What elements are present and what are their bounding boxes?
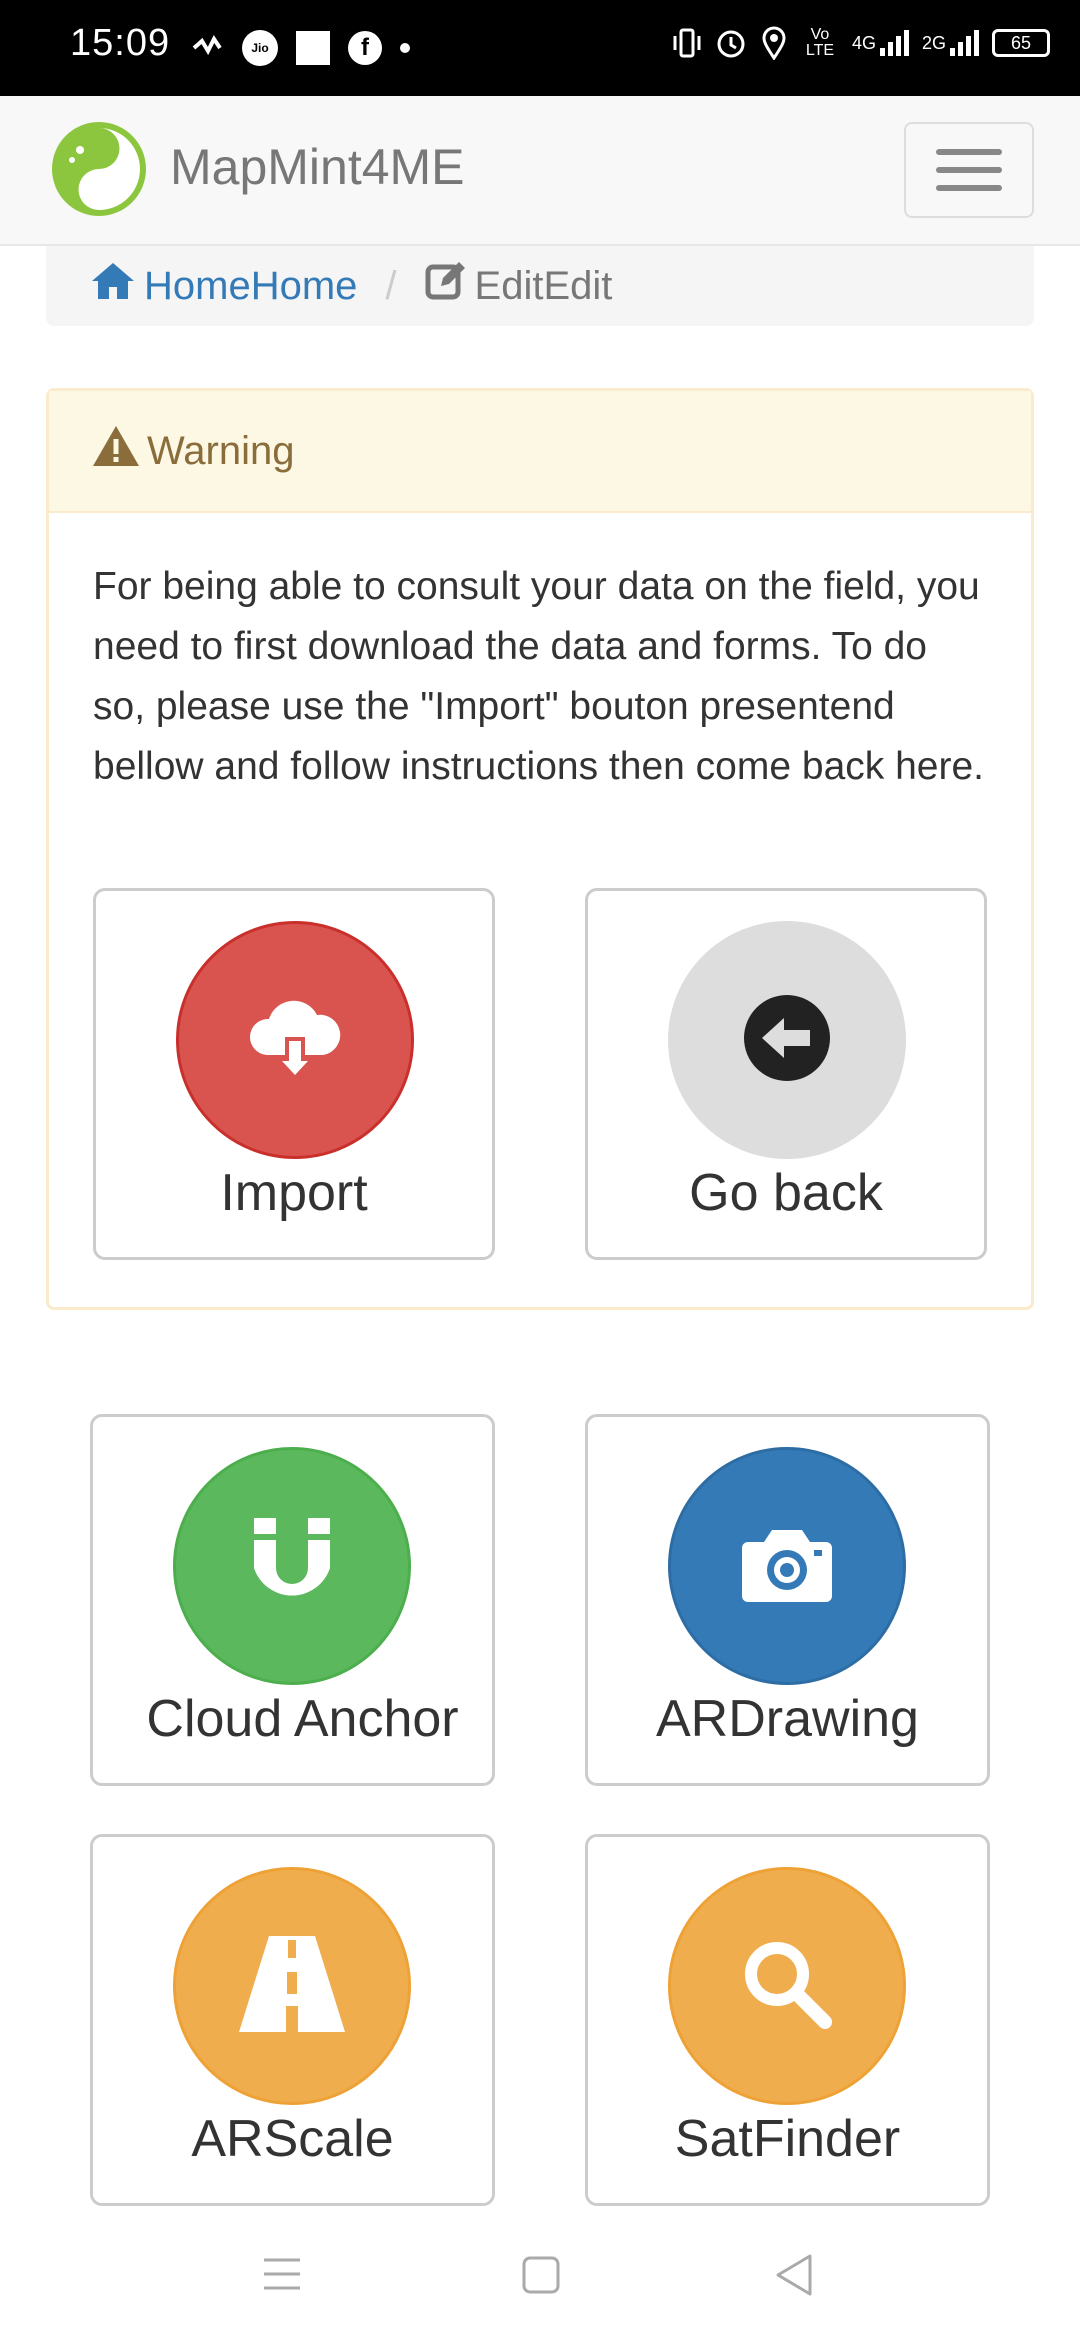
square-icon (296, 31, 330, 65)
home-icon (90, 261, 136, 311)
signal-4g-icon: 4G (852, 28, 910, 58)
camera-icon (740, 1526, 834, 1607)
edit-icon (425, 260, 467, 312)
go-back-button[interactable]: Go back (585, 888, 987, 1260)
dot-icon (400, 43, 410, 53)
menu-bar (936, 167, 1002, 173)
navbar: MapMint4ME (0, 96, 1080, 246)
facebook-icon: f (348, 31, 382, 65)
menu-bar (936, 149, 1002, 155)
arscale-icon-circle (173, 1867, 411, 2105)
cloud-anchor-label: Cloud Anchor (146, 1690, 459, 1748)
network-2g-label: 2G (921, 32, 946, 53)
activity-icon (190, 31, 224, 65)
location-icon (760, 26, 788, 60)
breadcrumb: HomeHome / EditEdit (46, 246, 1034, 326)
satfinder-label: SatFinder (674, 2110, 901, 2168)
alarm-icon (714, 26, 748, 60)
system-nav-bar (0, 2220, 1080, 2340)
status-right-icons: Vo LTE 4G 2G 65 (672, 26, 1050, 60)
ardrawing-button[interactable]: ARDrawing (585, 1414, 990, 1786)
go-back-icon-circle (668, 921, 906, 1159)
warning-body: For being able to consult your data on t… (49, 513, 1031, 797)
breadcrumb-home-label: HomeHome (144, 263, 358, 308)
search-icon (739, 1936, 835, 2037)
jio-icon: Jio (242, 30, 278, 66)
mapmint-logo-icon[interactable] (50, 120, 148, 218)
battery-icon: 65 (992, 29, 1050, 57)
status-bar: 15:09 Jio f Vo LTE 4G 2G 65 (0, 0, 1080, 96)
arrow-left-circle-icon (742, 993, 832, 1088)
breadcrumb-separator: / (385, 263, 397, 308)
back-triangle-icon[interactable] (774, 2254, 814, 2301)
warning-heading: Warning (49, 391, 1031, 513)
ardrawing-icon-circle (668, 1447, 906, 1685)
menu-bar (936, 185, 1002, 191)
arscale-button[interactable]: ARScale (90, 1834, 495, 2206)
breadcrumb-home-link[interactable]: HomeHome (90, 261, 357, 311)
vibrate-icon (672, 26, 702, 60)
road-icon (237, 1935, 347, 2037)
import-label: Import (220, 1164, 368, 1222)
brand-name[interactable]: MapMint4ME (170, 138, 465, 196)
warning-message: For being able to consult your data on t… (93, 565, 984, 788)
status-left-icons: Jio f (190, 30, 410, 66)
satfinder-button[interactable]: SatFinder (585, 1834, 990, 2206)
cloud-anchor-icon-circle (173, 1447, 411, 1685)
signal-2g-icon: 2G (922, 28, 980, 58)
magnet-icon (252, 1517, 332, 1615)
warning-title: Warning (147, 428, 295, 473)
network-4g-label: 4G (851, 32, 876, 53)
warning-icon (91, 424, 147, 478)
cloud-anchor-button[interactable]: Cloud Anchor (90, 1414, 495, 1786)
satfinder-icon-circle (668, 1867, 906, 2105)
cloud-download-icon (245, 993, 345, 1088)
status-time: 15:09 (70, 22, 171, 64)
breadcrumb-edit-item: EditEdit (425, 260, 613, 312)
arscale-label: ARScale (191, 2110, 394, 2168)
go-back-label: Go back (689, 1164, 883, 1222)
volte-icon: Vo LTE (805, 26, 835, 59)
recents-menu-icon[interactable] (262, 2256, 302, 2297)
home-square-icon[interactable] (522, 2256, 560, 2299)
hamburger-menu-button[interactable] (904, 122, 1034, 218)
import-icon-circle (176, 921, 414, 1159)
breadcrumb-edit-label: EditEdit (474, 263, 613, 308)
import-button[interactable]: Import (93, 888, 495, 1260)
ardrawing-label: ARDrawing (656, 1690, 919, 1748)
